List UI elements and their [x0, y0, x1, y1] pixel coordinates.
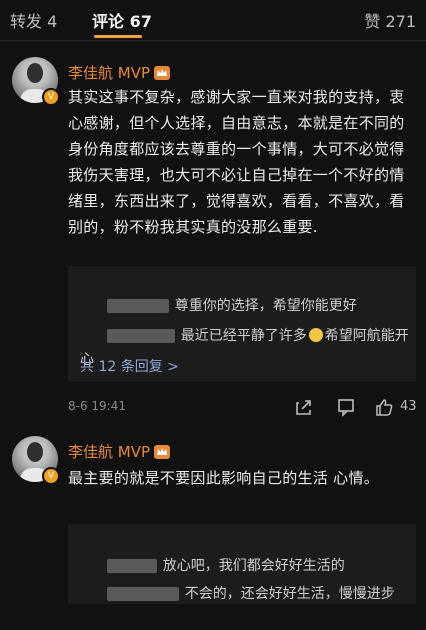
reply-box[interactable]: 放心吧，我们都会好好生活的 不会的，还会好好生活，慢慢进步 [68, 524, 416, 604]
emoji-icon [308, 328, 323, 342]
more-replies-link[interactable]: 共 12 条回复 > [80, 356, 179, 376]
tab-comment[interactable]: 评论 67 [92, 8, 152, 32]
like-count: 43 [400, 399, 417, 414]
comment-author[interactable]: 李佳航 MVP [68, 441, 171, 462]
reply-item[interactable]: 不会的，还会好好生活，慢慢进步 [80, 558, 410, 630]
author-name: 李佳航 MVP [68, 443, 151, 461]
tab-repost-count: 4 [47, 12, 58, 31]
like-icon[interactable] [374, 397, 394, 417]
reply-text: 不会的，还会好好生活，慢慢进步 [184, 586, 395, 602]
comment-icon[interactable] [336, 397, 356, 417]
tab-repost-label: 转发 [10, 12, 43, 31]
crown-icon [154, 444, 171, 459]
tab-like-count: 271 [385, 12, 416, 31]
comment-time: 8-6 19:41 [68, 399, 126, 413]
tab-like[interactable]: 赞 271 [364, 8, 416, 32]
tab-comment-count: 67 [129, 12, 152, 31]
verified-badge-icon: V [42, 88, 60, 106]
comment-author[interactable]: 李佳航 MVP [68, 62, 171, 83]
verified-badge-icon: V [42, 467, 60, 485]
crown-icon [154, 65, 171, 80]
redacted-username [106, 587, 179, 601]
comment-text: 其实这事不复杂，感谢大家一直来对我的支持，衷心感谢，但个人选择，自由意志，本就是… [68, 88, 405, 236]
comment-meta: 8-6 19:41 43 [68, 399, 418, 419]
reply-box[interactable]: 尊重你的选择，希望你能更好 最近已经平静了许多 希望阿航能开心 共 12 条回复 … [68, 266, 416, 382]
reply-text: 最近已经平静了许多 [180, 328, 307, 344]
reply-item[interactable]: 最近已经平静了许多 希望阿航能开心 [80, 300, 410, 396]
active-tab-indicator [94, 35, 142, 38]
comment-text: 最主要的就是不要因此影响自己的生活 心情。 [68, 469, 380, 487]
tab-repost[interactable]: 转发 4 [10, 8, 57, 32]
tab-comment-label: 评论 [92, 12, 125, 31]
share-icon[interactable] [294, 397, 314, 417]
redacted-username [106, 329, 175, 343]
tab-bar: 转发 4 评论 67 赞 271 [0, 0, 426, 41]
tab-like-label: 赞 [364, 12, 381, 31]
author-name: 李佳航 MVP [68, 64, 151, 82]
